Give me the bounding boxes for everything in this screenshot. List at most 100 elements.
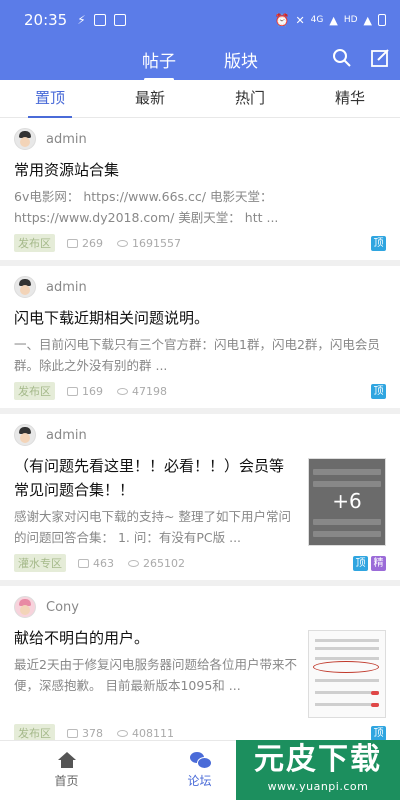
status-right: ⏰ ✕ 4G ▲ HD ▲: [274, 13, 386, 27]
post-content: 献给不明白的用户。 最近2天由于修复闪电服务器问题给各位用户带来不便，深感抱歉。…: [14, 622, 386, 718]
view-count: 265102: [143, 556, 185, 570]
watermark-logo: 元皮下载 www.yuanpi.com: [236, 740, 400, 800]
post-author: admin: [14, 272, 386, 302]
post-title: （有问题先看这里！！必看！！）会员等常见问题合集！！: [14, 457, 285, 499]
comment-icon: [67, 386, 78, 396]
view-count: 47198: [132, 384, 167, 398]
post-item[interactable]: admin （有问题先看这里！！必看！！）会员等常见问题合集！！ 感谢大家对闪电…: [0, 414, 400, 580]
post-excerpt: 感谢大家对闪电下载的支持~ 整理了如下用户常问的问题回答合集： 1. 问：有没有…: [14, 509, 291, 545]
post-badges: 顶: [371, 383, 386, 399]
post-thumbnail[interactable]: +6: [308, 458, 386, 546]
comment-count: 269: [82, 236, 103, 250]
edit-icon[interactable]: [370, 48, 390, 73]
board-tag[interactable]: 发布区: [14, 724, 55, 740]
status-bar: 20:35 ⚡ ⏰ ✕ 4G ▲ HD ▲: [0, 0, 400, 40]
app-header: 20:35 ⚡ ⏰ ✕ 4G ▲ HD ▲ 帖子 版块: [0, 0, 400, 81]
comment-icon: [78, 558, 89, 568]
post-title: 闪电下载近期相关问题说明。: [14, 309, 210, 327]
post-body: 献给不明白的用户。 最近2天由于修复闪电服务器问题给各位用户带来不便，深感抱歉。…: [14, 622, 298, 718]
post-excerpt: 最近2天由于修复闪电服务器问题给各位用户带来不便，深感抱歉。 目前最新版本109…: [14, 657, 297, 693]
post-meta: 灌水专区 463 265102 顶 精: [14, 554, 386, 572]
nav-home[interactable]: 首页: [0, 741, 133, 800]
post-badges: 顶: [371, 725, 386, 740]
thumb-toggle: [371, 703, 379, 707]
thumb-line: [315, 679, 379, 682]
post-badges: 顶 精: [353, 555, 386, 571]
board-tag[interactable]: 发布区: [14, 234, 55, 252]
battery-icon: [378, 14, 386, 26]
status-time: 20:35: [24, 11, 68, 29]
author-name: admin: [46, 279, 87, 295]
post-thumbnail[interactable]: [308, 630, 386, 718]
signal-icon-2: ▲: [363, 13, 372, 27]
board-tag[interactable]: 灌水专区: [14, 554, 66, 572]
notification-icon: [93, 14, 106, 26]
view-icon: [117, 387, 128, 395]
thumb-line: [315, 647, 379, 650]
message-icon: [113, 14, 126, 26]
post-author: Cony: [14, 592, 386, 622]
tab-boards[interactable]: 版块: [224, 47, 258, 74]
avatar[interactable]: [14, 276, 36, 298]
post-excerpt: 6v电影网： https://www.66s.cc/ 电影天堂： https:/…: [14, 189, 279, 225]
author-name: admin: [46, 131, 87, 147]
network-label: 4G: [310, 15, 324, 25]
board-tag[interactable]: 发布区: [14, 382, 55, 400]
avatar[interactable]: [14, 128, 36, 150]
view-count: 408111: [132, 726, 174, 740]
view-icon: [128, 559, 139, 567]
signal-icon: ▲: [329, 13, 338, 27]
search-icon[interactable]: [332, 48, 352, 73]
post-item[interactable]: Cony 献给不明白的用户。 最近2天由于修复闪电服务器问题给各位用户带来不便，…: [0, 586, 400, 740]
post-meta: 发布区 378 408111 顶: [14, 724, 386, 740]
more-images-count: +6: [332, 489, 362, 513]
post-meta: 发布区 169 47198 顶: [14, 382, 386, 400]
post-meta: 发布区 269 1691557 顶: [14, 234, 386, 252]
thumb-line: [313, 481, 381, 487]
comment-count: 378: [82, 726, 103, 740]
feed-tabs: 置顶 最新 热门 精华: [0, 80, 400, 118]
post-item[interactable]: admin 闪电下载近期相关问题说明。 一、目前闪电下载只有三个官方群：闪电1群…: [0, 266, 400, 408]
thumb-line: [313, 519, 381, 525]
essence-badge: 精: [371, 555, 386, 571]
comment-count: 169: [82, 384, 103, 398]
post-item[interactable]: admin 常用资源站合集 6v电影网： https://www.66s.cc/…: [0, 118, 400, 260]
bolt-icon: ⚡: [77, 13, 86, 27]
pinned-badge: 顶: [371, 235, 386, 251]
post-content: （有问题先看这里！！必看！！）会员等常见问题合集！！ 感谢大家对闪电下载的支持~…: [14, 450, 386, 548]
pinned-badge: 顶: [371, 383, 386, 399]
post-author: admin: [14, 124, 386, 154]
tab-pinned[interactable]: 置顶: [0, 80, 100, 118]
view-icon: [117, 239, 128, 247]
avatar[interactable]: [14, 596, 36, 618]
avatar[interactable]: [14, 424, 36, 446]
top-nav: 帖子 版块: [0, 40, 400, 81]
post-title: 常用资源站合集: [14, 161, 120, 179]
post-body: （有问题先看这里！！必看！！）会员等常见问题合集！！ 感谢大家对闪电下载的支持~…: [14, 450, 298, 548]
alarm-icon: ⏰: [274, 13, 290, 27]
tab-posts[interactable]: 帖子: [142, 47, 176, 81]
hd-label: HD: [343, 15, 358, 25]
nav-tools: [332, 40, 390, 80]
thumb-line: [315, 703, 379, 706]
post-author: admin: [14, 420, 386, 450]
thumb-line: [313, 469, 381, 475]
nav-forum-label: 论坛: [187, 774, 212, 788]
pinned-badge: 顶: [371, 725, 386, 740]
mute-icon: ✕: [295, 13, 305, 27]
home-icon: [57, 752, 76, 768]
thumb-line: [315, 639, 379, 642]
post-excerpt: 一、目前闪电下载只有三个官方群：闪电1群，闪电2群，闪电会员群。除此之外没有别的…: [14, 337, 380, 373]
watermark-url: www.yuanpi.com: [267, 780, 369, 793]
tab-latest[interactable]: 最新: [100, 80, 200, 117]
thumb-line: [313, 531, 381, 537]
view-icon: [117, 729, 128, 737]
thumb-toggle: [371, 691, 379, 695]
tab-hot[interactable]: 热门: [200, 80, 300, 117]
comment-count: 463: [93, 556, 114, 570]
comment-icon: [67, 728, 78, 738]
thumb-line: [315, 657, 379, 660]
tab-essence[interactable]: 精华: [300, 80, 400, 117]
post-feed: admin 常用资源站合集 6v电影网： https://www.66s.cc/…: [0, 118, 400, 740]
forum-icon: [189, 752, 212, 769]
